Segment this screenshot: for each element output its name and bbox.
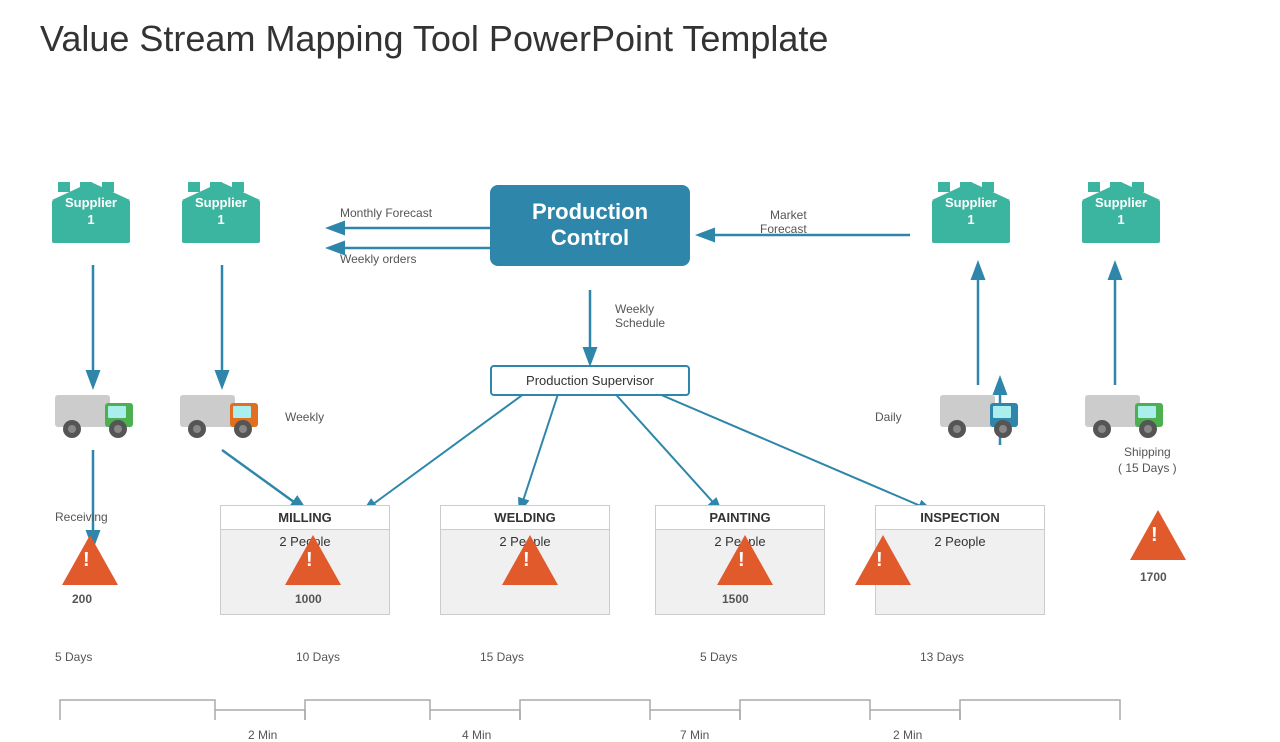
milling-value: 1000 [295, 592, 322, 606]
timeline-min-3: 7 Min [680, 728, 709, 742]
daily-label: Daily [875, 410, 902, 424]
painting-value: 1500 [722, 592, 749, 606]
warning-receiving [62, 535, 118, 590]
milling-title: MILLING [221, 506, 389, 530]
receiving-value: 200 [72, 592, 92, 606]
page-title: Value Stream Mapping Tool PowerPoint Tem… [0, 0, 1280, 60]
timeline-days-5: 13 Days [920, 650, 964, 664]
timeline-days-3: 15 Days [480, 650, 524, 664]
shipping-label: Shipping( 15 Days ) [1118, 445, 1177, 476]
supplier-3-label: Supplier1 [930, 195, 1012, 229]
painting-title: PAINTING [656, 506, 824, 530]
inspection-title: INSPECTION [876, 506, 1044, 530]
truck-2-left [175, 385, 265, 445]
supplier-2-right: Supplier1 [1080, 180, 1162, 229]
production-control-label: Production Control [532, 199, 648, 250]
supplier-4-label: Supplier1 [1080, 195, 1162, 229]
warning-painting [717, 535, 773, 590]
supplier-1-left: Supplier1 [50, 180, 132, 229]
market-forecast-label: MarketForecast [760, 208, 807, 236]
truck-1-right [935, 385, 1025, 445]
timeline-min-1: 2 Min [248, 728, 277, 742]
supplier-1-right: Supplier1 [930, 180, 1012, 229]
warning-welding [502, 535, 558, 590]
monthly-forecast-label: Monthly Forecast [340, 206, 432, 220]
receiving-label: Receiving [55, 510, 108, 524]
shipping-value: 1700 [1140, 570, 1167, 584]
warning-inspection [855, 535, 911, 590]
warning-milling [285, 535, 341, 590]
timeline-min-2: 4 Min [462, 728, 491, 742]
production-supervisor-label: Production Supervisor [526, 373, 654, 388]
truck-2-right [1080, 385, 1170, 445]
production-supervisor-box: Production Supervisor [490, 365, 690, 396]
weekly-label: Weekly [285, 410, 324, 424]
timeline-days-4: 5 Days [700, 650, 737, 664]
weekly-orders-label: Weekly orders [340, 252, 416, 266]
supplier-1-label: Supplier1 [50, 195, 132, 229]
production-control-box: Production Control [490, 185, 690, 266]
weekly-schedule-label: WeeklySchedule [615, 302, 665, 330]
supplier-2-left: Supplier1 [180, 180, 262, 229]
warning-shipping [1130, 510, 1186, 565]
timeline-min-4: 2 Min [893, 728, 922, 742]
welding-title: WELDING [441, 506, 609, 530]
timeline-days-1: 5 Days [55, 650, 92, 664]
truck-1-left [50, 385, 140, 445]
timeline-days-2: 10 Days [296, 650, 340, 664]
supplier-2-label: Supplier1 [180, 195, 262, 229]
